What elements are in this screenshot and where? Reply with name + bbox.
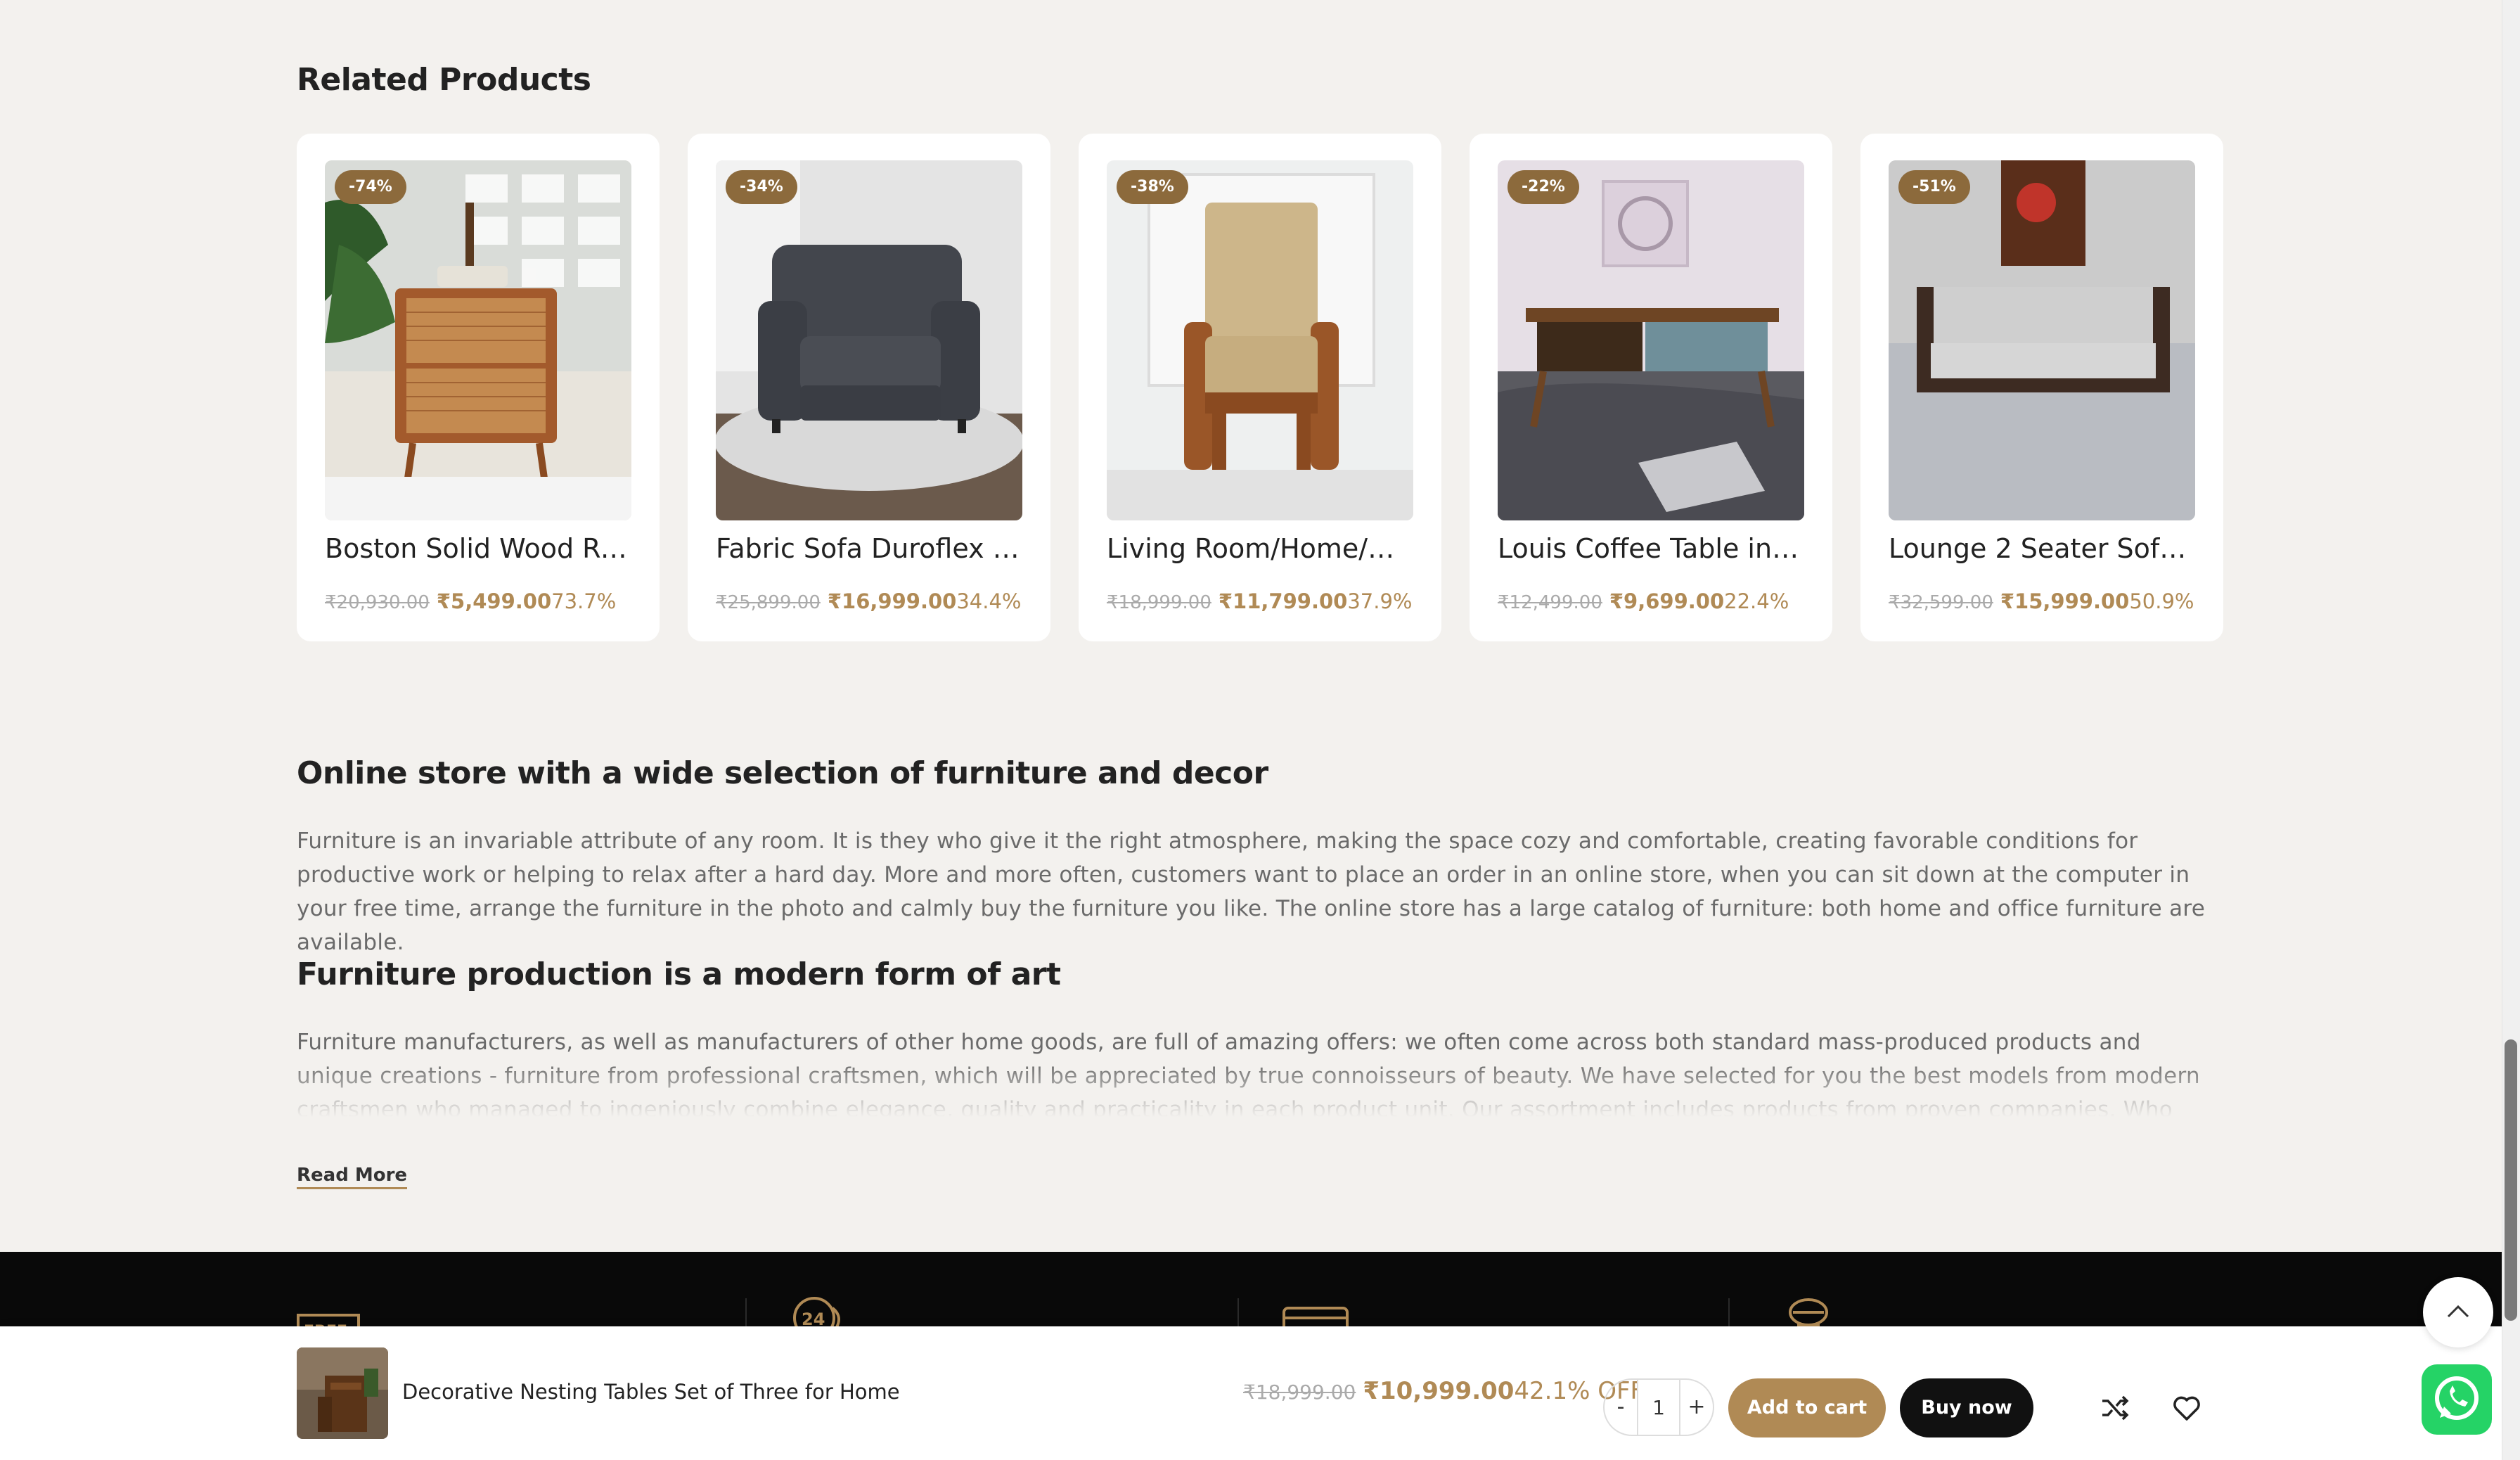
heart-icon[interactable]: [2171, 1392, 2202, 1423]
product-image[interactable]: [716, 160, 1022, 520]
product-name[interactable]: Living Room/Home/Office Chair: [1107, 533, 1413, 564]
sticky-product-price: ₹18,999.00 ₹10,999.0042.1% OFF: [1243, 1377, 1644, 1405]
seo-paragraph-1: Furniture is an invariable attribute of …: [297, 828, 2206, 955]
sale-price: ₹9,699.00: [1609, 589, 1725, 613]
quantity-increase-button[interactable]: +: [1680, 1380, 1713, 1435]
sticky-product-name: Decorative Nesting Tables Set of Three f…: [402, 1380, 900, 1404]
product-image[interactable]: [1107, 160, 1413, 520]
product-image[interactable]: [325, 160, 631, 520]
chevron-up-icon: [2447, 1305, 2469, 1318]
discount-badge: -22%: [1508, 170, 1579, 204]
product-name[interactable]: Louis Coffee Table in Teak Finish: [1498, 533, 1804, 564]
whatsapp-button[interactable]: [2422, 1364, 2492, 1435]
scrollbar-thumb[interactable]: [2505, 1039, 2517, 1321]
discount-badge: -74%: [335, 170, 406, 204]
product-card[interactable]: -22% Louis Coffee Table in Teak Finish ₹…: [1470, 134, 1832, 641]
related-products-carousel: -74% Boston Solid Wood Rattan Bedside Ta…: [297, 134, 2223, 641]
nesting-tables-image: [297, 1347, 388, 1439]
seo-heading-2: Furniture production is a modern form of…: [297, 956, 1061, 992]
old-price: ₹18,999.00: [1243, 1381, 1356, 1404]
sale-price: ₹5,499.00: [436, 589, 552, 613]
product-price: ₹18,999.00 ₹11,799.0037.9%: [1107, 589, 1430, 613]
product-price: ₹20,930.00 ₹5,499.0073.7%: [325, 589, 648, 613]
buy-now-button[interactable]: Buy now: [1900, 1378, 2033, 1437]
seo-heading-1: Online store with a wide selection of fu…: [297, 755, 1268, 791]
old-price: ₹25,899.00: [716, 592, 821, 613]
product-price: ₹12,499.00 ₹9,699.0022.4%: [1498, 589, 1821, 613]
sale-price: ₹10,999.00: [1363, 1377, 1515, 1405]
related-products-title: Related Products: [297, 62, 591, 98]
discount-badge: -51%: [1898, 170, 1970, 204]
product-image[interactable]: [1498, 160, 1804, 520]
product-price: ₹25,899.00 ₹16,999.0034.4%: [716, 589, 1039, 613]
product-image[interactable]: [1889, 160, 2195, 520]
seo-paragraph-2: Furniture manufacturers, as well as manu…: [297, 1030, 2200, 1117]
lounge-sofa-image: [1889, 160, 2195, 520]
old-price: ₹32,599.00: [1889, 592, 1993, 613]
discount-percent: 73.7%: [551, 589, 617, 613]
product-card[interactable]: -34% Fabric Sofa Duroflex Easy Comfort ₹…: [688, 134, 1050, 641]
product-card[interactable]: -38% Living Room/Home/Office Chair ₹18,9…: [1079, 134, 1441, 641]
discount-percent: 37.9%: [1347, 589, 1413, 613]
page: Related Products -74% Boston Solid Wood …: [0, 0, 2520, 1460]
read-more-link[interactable]: Read More: [297, 1165, 408, 1189]
old-price: ₹18,999.00: [1107, 592, 1211, 613]
shuffle-icon[interactable]: [2100, 1392, 2130, 1423]
sticky-product-thumbnail[interactable]: [297, 1347, 388, 1439]
product-price: ₹32,599.00 ₹15,999.0050.9%: [1889, 589, 2212, 613]
quantity-decrease-button[interactable]: -: [1605, 1380, 1637, 1435]
product-name[interactable]: Boston Solid Wood Rattan Bedside Table: [325, 533, 631, 564]
quantity-input[interactable]: [1637, 1380, 1680, 1435]
sale-price: ₹16,999.00: [827, 589, 957, 613]
bedside-table-image: [325, 160, 631, 520]
quantity-stepper: - +: [1603, 1378, 1714, 1436]
add-to-cart-button[interactable]: Add to cart: [1728, 1378, 1886, 1437]
discount-percent: 50.9%: [2129, 589, 2194, 613]
discount-percent: 34.4%: [956, 589, 1022, 613]
sale-price: ₹15,999.00: [2000, 589, 2130, 613]
back-to-top-button[interactable]: [2423, 1277, 2493, 1347]
product-card[interactable]: -74% Boston Solid Wood Rattan Bedside Ta…: [297, 134, 660, 641]
product-card[interactable]: -51% Lounge 2 Seater Sofa Set ₹32,599.00…: [1860, 134, 2223, 641]
old-price: ₹12,499.00: [1498, 592, 1602, 613]
chair-image: [1107, 160, 1413, 520]
sticky-add-to-cart-bar: Decorative Nesting Tables Set of Three f…: [0, 1326, 2502, 1460]
discount-badge: -38%: [1117, 170, 1188, 204]
old-price: ₹20,930.00: [325, 592, 430, 613]
sale-price: ₹11,799.00: [1218, 589, 1348, 613]
product-name[interactable]: Lounge 2 Seater Sofa Set: [1889, 533, 2195, 564]
whatsapp-icon: [2435, 1376, 2479, 1420]
product-name[interactable]: Fabric Sofa Duroflex Easy Comfort: [716, 533, 1022, 564]
coffee-table-image: [1498, 160, 1804, 520]
fabric-sofa-image: [716, 160, 1022, 520]
discount-percent: 22.4%: [1724, 589, 1789, 613]
discount-badge: -34%: [726, 170, 797, 204]
